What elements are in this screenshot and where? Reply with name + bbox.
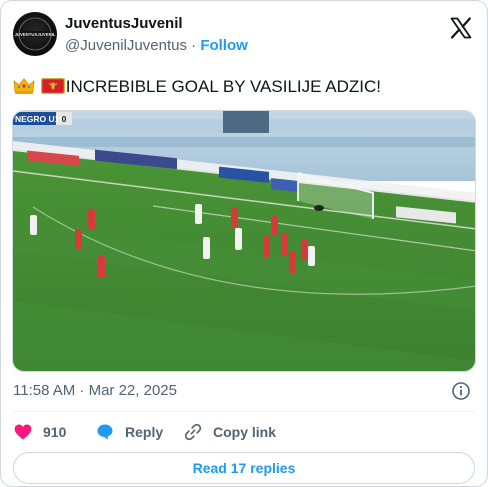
- avatar[interactable]: JUVENTUSJUVENIL: [13, 12, 57, 56]
- copy-link-label: Copy link: [213, 424, 277, 440]
- action-bar: 910 Reply Copy link: [13, 420, 475, 444]
- montenegro-flag-emoji-icon: [40, 77, 65, 102]
- timestamp[interactable]: 11:58 AM · Mar 22, 2025: [13, 382, 177, 399]
- display-name[interactable]: JuventusJuvenil: [65, 14, 248, 34]
- author-info: JuventusJuvenil @JuvenilJuventus · Follo…: [65, 14, 248, 56]
- crown-emoji-icon: [13, 77, 35, 102]
- info-icon[interactable]: [451, 381, 471, 401]
- video-frame: NEGRO U19 0: [13, 111, 475, 371]
- scoreboard-team: NEGRO U19: [15, 114, 64, 124]
- tweet-card: JUVENTUSJUVENIL JuventusJuvenil @Juvenil…: [0, 0, 488, 487]
- goalkeeper-figure: [314, 205, 324, 211]
- scoreboard-score: 0: [62, 114, 67, 124]
- like-button[interactable]: 910: [13, 420, 66, 444]
- handle[interactable]: @JuvenilJuventus: [65, 37, 187, 54]
- reply-bubble-icon: [97, 424, 113, 440]
- reply-button[interactable]: Reply: [95, 420, 163, 444]
- link-icon: [184, 423, 202, 441]
- separator-dot: ·: [191, 37, 197, 54]
- avatar-logo-text: JUVENTUSJUVENIL: [14, 32, 55, 37]
- tweet-text: INCREBIBLE GOAL BY VASILIJE ADZIC!: [65, 77, 381, 96]
- x-logo-icon[interactable]: [449, 16, 473, 40]
- handle-line: @JuvenilJuventus · Follow: [65, 36, 248, 56]
- read-replies-button[interactable]: Read 17 replies: [13, 452, 475, 484]
- reply-label: Reply: [125, 424, 164, 440]
- like-count: 910: [43, 424, 67, 440]
- timestamp-row: 11:58 AM · Mar 22, 2025: [13, 381, 475, 401]
- follow-button[interactable]: Follow: [200, 37, 248, 54]
- tweet-header: JUVENTUSJUVENIL JuventusJuvenil @Juvenil…: [13, 12, 475, 60]
- video-player[interactable]: NEGRO U19 0: [12, 110, 476, 372]
- heart-icon: [14, 424, 32, 440]
- divider: [13, 411, 475, 412]
- tweet-text-row: INCREBIBLE GOAL BY VASILIJE ADZIC!: [13, 75, 475, 102]
- copy-link-button[interactable]: Copy link: [183, 420, 276, 444]
